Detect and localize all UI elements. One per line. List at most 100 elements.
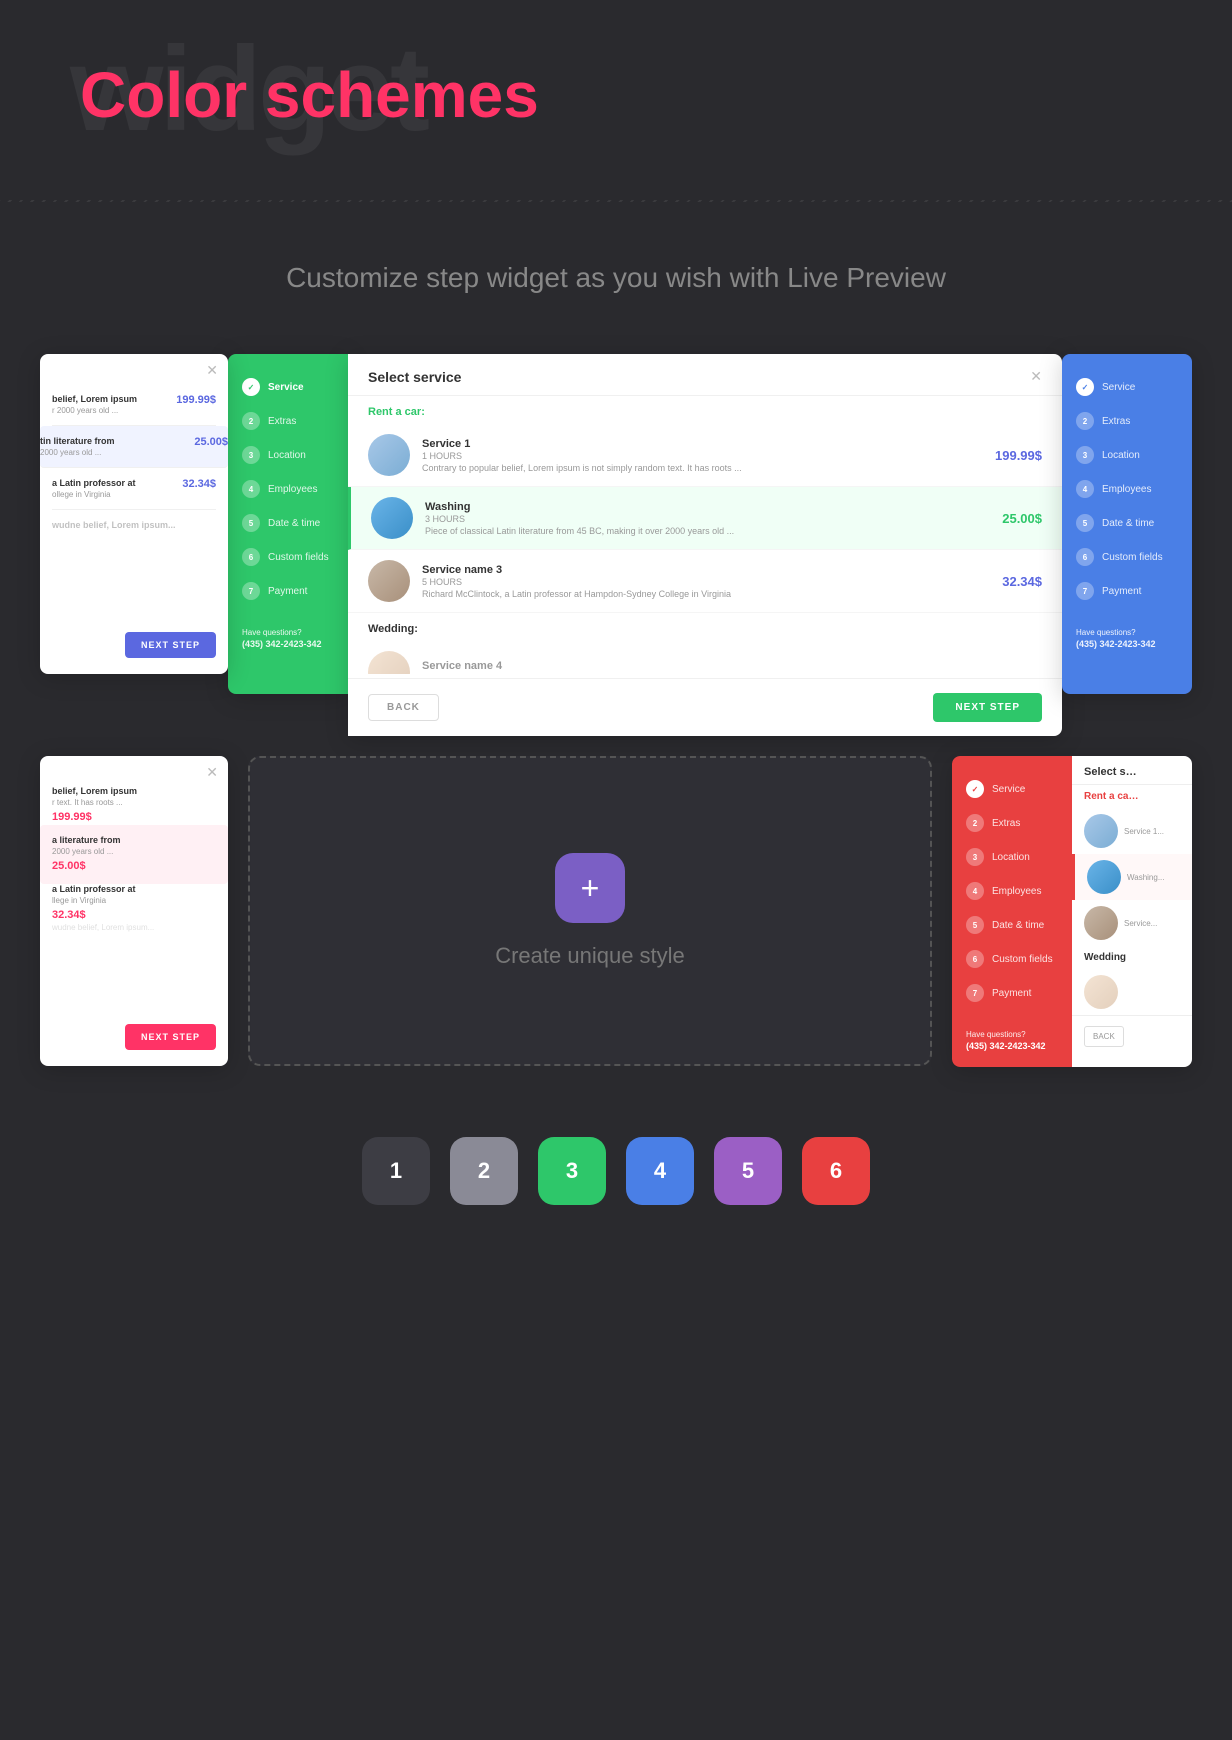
next-step-button[interactable]: NEXT STEP — [933, 693, 1042, 722]
pink-service-list: belief, Lorem ipsum r text. It has roots… — [40, 756, 228, 942]
red-step-1: ✓ — [966, 780, 984, 798]
page-dot-3[interactable]: 3 — [538, 1137, 606, 1205]
service-img-2 — [371, 497, 413, 539]
service-name-3: Service name 3 — [422, 564, 990, 576]
blue-sidebar-item-payment[interactable]: 7 Payment — [1062, 574, 1192, 608]
service-row-3[interactable]: Service name 3 5 HOURS Richard McClintoc… — [348, 550, 1062, 613]
red-panel-svc-2[interactable]: Washing... — [1072, 854, 1192, 900]
red-label-extras: Extras — [992, 818, 1020, 829]
page-dot-4-label: 4 — [654, 1158, 666, 1184]
wedding-section-label: Wedding: — [348, 613, 1062, 641]
pink-svc-price-2: 25.00$ — [52, 860, 86, 872]
blue-step-5: 5 — [1076, 514, 1094, 532]
panel-close-icon[interactable]: ✕ — [1030, 368, 1042, 385]
service-row-2[interactable]: Washing 3 HOURS Piece of classical Latin… — [348, 487, 1062, 550]
blue-sidebar-item-custom[interactable]: 6 Custom fields — [1062, 540, 1192, 574]
red-sidebar-item-location[interactable]: 3 Location — [952, 840, 1072, 874]
blue-sidebar-item-extras[interactable]: 2 Extras — [1062, 404, 1192, 438]
red-sidebar-item-extras[interactable]: 2 Extras — [952, 806, 1072, 840]
red-sidebar-item-payment[interactable]: 7 Payment — [952, 976, 1072, 1010]
hero-title: Color schemes — [80, 60, 1152, 130]
red-svc-desc-3: Service... — [1124, 919, 1157, 928]
white-svc-item-2[interactable]: tin literature from 2000 years old ... 2… — [40, 426, 228, 468]
create-unique-box[interactable]: + Create unique style — [248, 756, 932, 1066]
pink-svc-item-2[interactable]: a literature from 2000 years old ... 25.… — [40, 825, 228, 884]
blue-step-2: 2 — [1076, 412, 1094, 430]
red-panel-svc-1[interactable]: Service 1... — [1072, 808, 1192, 854]
service-duration-1: 1 HOURS — [422, 451, 983, 461]
pink-svc-subdesc-2: 2000 years old ... — [52, 847, 113, 856]
pink-widget: ✕ belief, Lorem ipsum r text. It has roo… — [40, 756, 228, 1066]
green-sidebar-item-custom[interactable]: 6 Custom fields — [228, 540, 348, 574]
red-svc-img-2 — [1087, 860, 1121, 894]
blue-sidebar-item-employees[interactable]: 4 Employees — [1062, 472, 1192, 506]
blue-step-1: ✓ — [1076, 378, 1094, 396]
red-sidebar-item-employees[interactable]: 4 Employees — [952, 874, 1072, 908]
red-step-7: 7 — [966, 984, 984, 1002]
page-dot-6[interactable]: 6 — [802, 1137, 870, 1205]
blue-step-6: 6 — [1076, 548, 1094, 566]
back-button[interactable]: BACK — [368, 694, 439, 721]
green-sidebar-item-service[interactable]: ✓ Service — [228, 370, 348, 404]
blue-label-location: Location — [1102, 450, 1140, 461]
pink-close-icon[interactable]: ✕ — [206, 764, 218, 781]
panel-title: Select service — [368, 369, 461, 385]
green-footer-question: Have questions? — [242, 628, 334, 637]
green-sidebar-item-datetime[interactable]: 5 Date & time — [228, 506, 348, 540]
service-list: Service 1 1 HOURS Contrary to popular be… — [348, 424, 1062, 674]
red-sidebar-item-service[interactable]: ✓ Service — [952, 772, 1072, 806]
service-name-2: Washing — [425, 501, 990, 513]
green-sidebar-label-extras: Extras — [268, 416, 296, 427]
red-svc-desc-2: Washing... — [1127, 873, 1165, 882]
white-svc-item-1[interactable]: belief, Lorem ipsum r 2000 years old ...… — [52, 384, 216, 426]
white-widget: ✕ belief, Lorem ipsum r 2000 years old .… — [40, 354, 228, 674]
pink-svc-subdesc-4: wudne belief, Lorem ipsum... — [52, 923, 154, 932]
pink-svc-item-1[interactable]: belief, Lorem ipsum r text. It has roots… — [52, 786, 216, 825]
page-dot-4[interactable]: 4 — [626, 1137, 694, 1205]
green-sidebar-item-payment[interactable]: 7 Payment — [228, 574, 348, 608]
white-svc-item-3[interactable]: a Latin professor at ollege in Virginia … — [52, 468, 216, 510]
blue-label-service: Service — [1102, 382, 1135, 393]
blue-label-datetime: Date & time — [1102, 518, 1154, 529]
red-label-location: Location — [992, 852, 1030, 863]
red-right-panel-partial: Select s… Rent a ca… Service 1... Washin… — [1072, 756, 1192, 1067]
red-back-button[interactable]: BACK — [1084, 1026, 1124, 1047]
step-circle-7: 7 — [242, 582, 260, 600]
red-panel-label: Rent a ca… — [1072, 785, 1192, 808]
green-sidebar-item-extras[interactable]: 2 Extras — [228, 404, 348, 438]
red-label-employees: Employees — [992, 886, 1041, 897]
page-dot-1[interactable]: 1 — [362, 1137, 430, 1205]
service-row-4[interactable]: Service name 4 Contrary to popular belie… — [348, 641, 1062, 674]
blue-sidebar-item-location[interactable]: 3 Location — [1062, 438, 1192, 472]
blue-label-extras: Extras — [1102, 416, 1130, 427]
service-desc-3: Richard McClintock, a Latin professor at… — [422, 589, 990, 599]
rent-car-section-label: Rent a car: — [348, 396, 1062, 424]
pink-svc-item-3[interactable]: a Latin professor at llege in Virginia 3… — [52, 884, 216, 923]
blue-label-custom: Custom fields — [1102, 552, 1163, 563]
close-icon[interactable]: ✕ — [206, 362, 218, 379]
blue-sidebar-footer: Have questions? (435) 342-2423-342 — [1062, 628, 1192, 649]
service-duration-2: 3 HOURS — [425, 514, 990, 524]
green-sidebar-item-location[interactable]: 3 Location — [228, 438, 348, 472]
create-plus-button[interactable]: + — [555, 853, 625, 923]
white-next-button[interactable]: NEXT STEP — [125, 632, 216, 658]
blue-footer-question: Have questions? — [1076, 628, 1178, 637]
blue-sidebar-item-datetime[interactable]: 5 Date & time — [1062, 506, 1192, 540]
red-sidebar-item-datetime[interactable]: 5 Date & time — [952, 908, 1072, 942]
red-step-4: 4 — [966, 882, 984, 900]
red-panel-footer: BACK — [1072, 1015, 1192, 1057]
pink-next-button[interactable]: NEXT STEP — [125, 1024, 216, 1050]
red-panel-svc-4 — [1072, 969, 1192, 1015]
create-unique-label: Create unique style — [495, 943, 685, 969]
service-row-1[interactable]: Service 1 1 HOURS Contrary to popular be… — [348, 424, 1062, 487]
red-label-service: Service — [992, 784, 1025, 795]
red-sidebar-item-custom[interactable]: 6 Custom fields — [952, 942, 1072, 976]
red-panel-svc-3[interactable]: Service... — [1072, 900, 1192, 946]
page-dot-5[interactable]: 5 — [714, 1137, 782, 1205]
green-sidebar-item-employees[interactable]: 4 Employees — [228, 472, 348, 506]
page-dot-5-label: 5 — [742, 1158, 754, 1184]
blue-sidebar-item-service[interactable]: ✓ Service — [1062, 370, 1192, 404]
pink-svc-subdesc-1: r text. It has roots ... — [52, 798, 123, 807]
red-svc-img-4 — [1084, 975, 1118, 1009]
page-dot-2[interactable]: 2 — [450, 1137, 518, 1205]
